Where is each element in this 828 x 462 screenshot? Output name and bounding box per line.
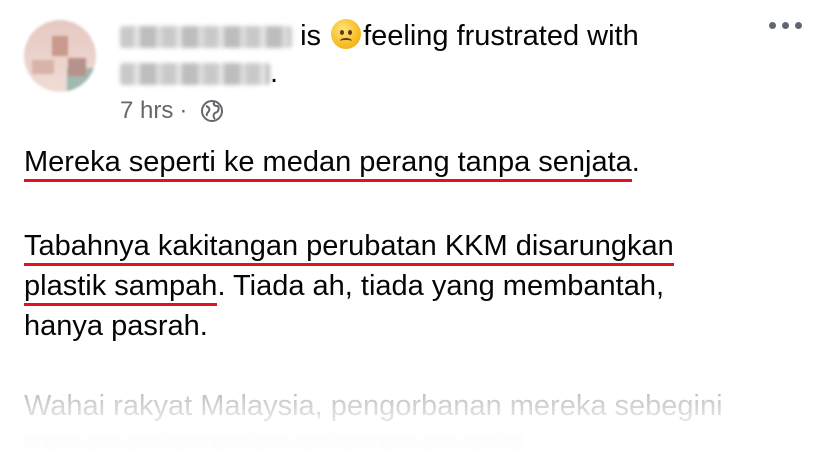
more-options-icon[interactable] [769,22,802,29]
feeling-text: feeling frustrated with [363,20,639,52]
paragraph-1: Mereka seperti ke medan perang tanpa sen… [24,142,640,182]
post-header-line2: . [120,55,278,91]
underlined-phrase-2b: plastik sampah [24,270,217,306]
paragraph-3-faded: Wahai rakyat Malaysia, pengorbanan merek… [24,386,723,426]
post-timestamp[interactable]: 7 hrs [120,97,173,124]
paragraph-2: Tabahnya kakitangan perubatan KKM disaru… [24,226,814,346]
paragraph-2-rest: . Tiada ah, tiada yang membantah, [217,270,665,302]
paragraph-3-line1: Wahai rakyat Malaysia, pengorbanan merek… [24,390,723,422]
post-header-line1: is feeling frustrated with [120,18,639,54]
tagged-name-blurred[interactable] [120,63,270,86]
facebook-post: is feeling frustrated with . 7 hrs · Mere… [0,0,828,462]
author-name-blurred[interactable] [120,26,292,49]
feeling-prefix: is [300,20,322,52]
globe-icon[interactable] [200,99,224,123]
paragraph-1-rest: . [631,146,640,178]
author-avatar[interactable] [24,20,96,92]
underlined-phrase-1: Mereka seperti ke medan perang tanpa sen… [24,146,632,182]
tagged-suffix: . [270,57,279,89]
underlined-phrase-2a: Tabahnya kakitangan perubatan KKM disaru… [24,230,674,266]
post-meta: 7 hrs · [120,96,224,126]
frowning-face-emoji-icon [331,19,362,49]
paragraph-2-line3: hanya pasrah. [24,310,208,342]
paragraph-3-line2-blurred [24,424,524,462]
meta-separator: · [179,97,188,124]
